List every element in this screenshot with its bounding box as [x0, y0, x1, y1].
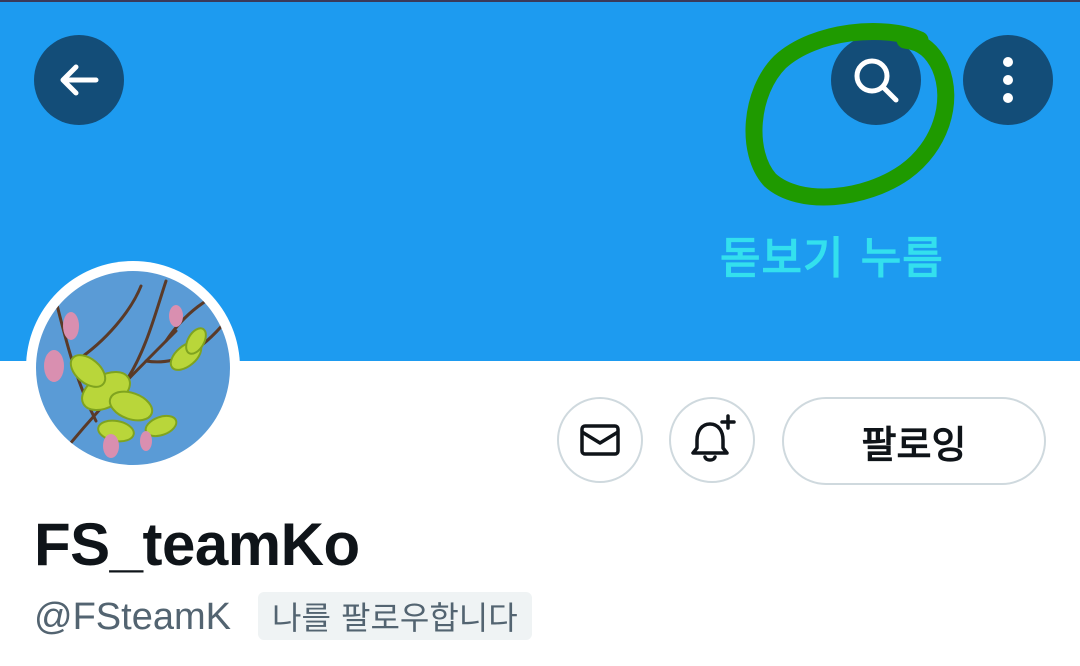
mail-icon	[580, 424, 620, 456]
avatar-image	[36, 271, 230, 465]
message-button[interactable]	[557, 397, 643, 483]
arrow-left-icon	[60, 64, 99, 96]
bell-plus-icon	[691, 414, 736, 462]
more-vertical-icon	[1003, 57, 1013, 103]
follows-you-badge: 나를 팔로우합니다	[258, 592, 532, 640]
following-button[interactable]: 팔로잉	[782, 397, 1046, 485]
avatar[interactable]	[26, 261, 240, 475]
user-handle: @FSteamK	[34, 596, 231, 638]
more-options-button[interactable]	[963, 35, 1053, 125]
search-button[interactable]	[831, 35, 921, 125]
search-icon	[854, 58, 899, 103]
notify-button[interactable]	[669, 397, 755, 483]
display-name: FS_teamKo	[34, 511, 360, 578]
back-button[interactable]	[34, 35, 124, 125]
annotation-text: 돋보기 누름	[720, 233, 944, 284]
